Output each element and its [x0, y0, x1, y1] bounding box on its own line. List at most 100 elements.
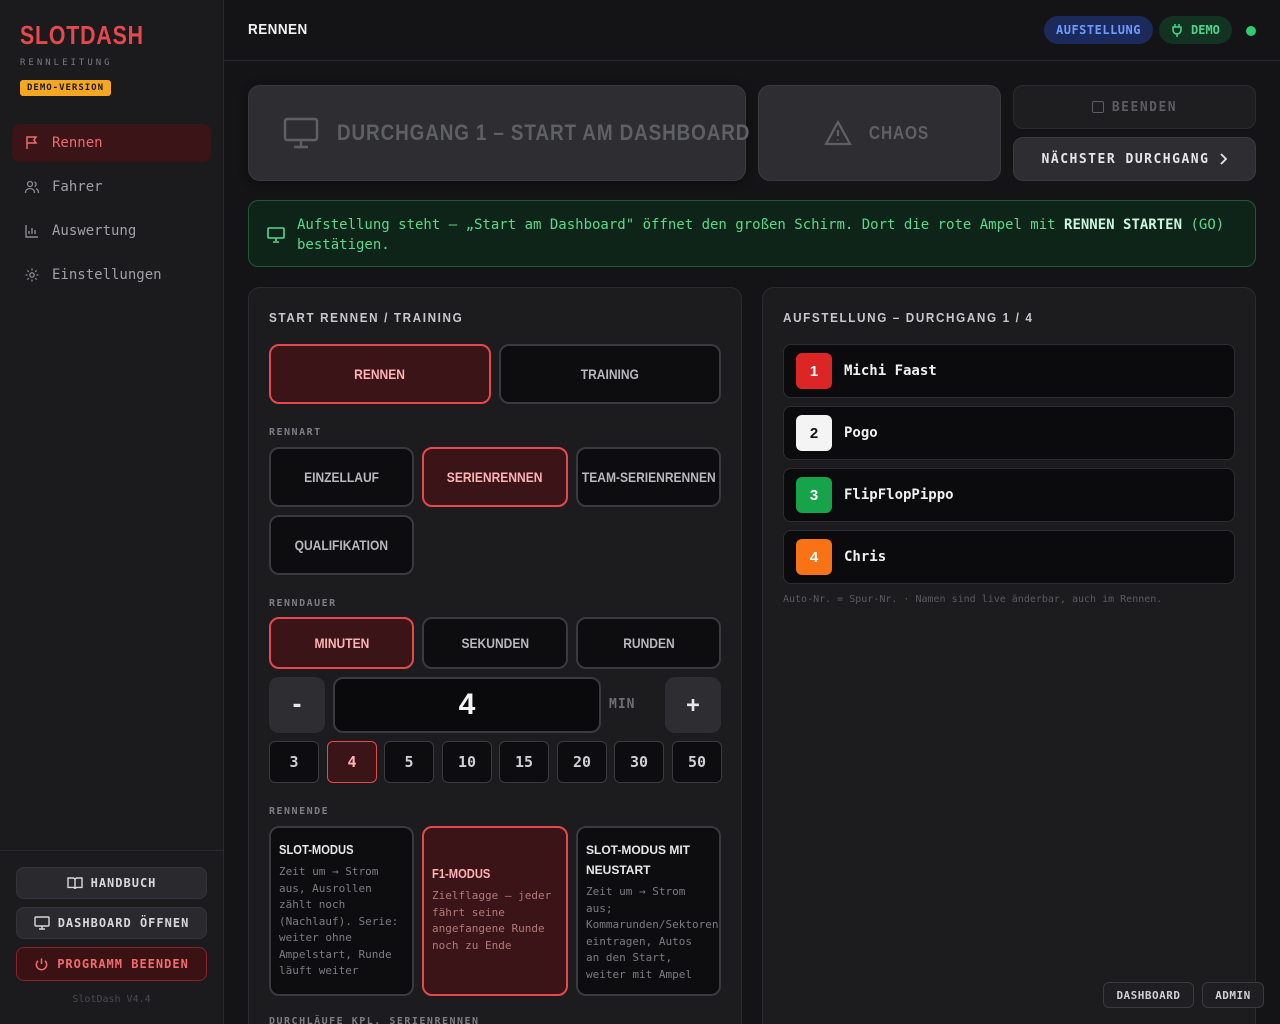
- race-type-team-serienrennen[interactable]: TEAM-SERIENRENNEN: [576, 447, 721, 507]
- end-label: BEENDEN: [1111, 99, 1178, 115]
- end-mode-title: SLOT-MODUS MIT NEUSTART: [586, 843, 690, 877]
- info-banner: Aufstellung steht – „Start am Dashboard"…: [248, 200, 1256, 267]
- driver-name[interactable]: Pogo: [844, 425, 878, 441]
- driver-name[interactable]: Chris: [844, 549, 886, 565]
- end-mode-desc: Zeit um → Strom aus, Ausrollen zählt noc…: [279, 865, 399, 977]
- lane-number: 4: [796, 539, 832, 575]
- chevron-right-icon: [1219, 153, 1228, 165]
- chaos-label: CHAOS: [869, 122, 930, 143]
- tab-rennen[interactable]: RENNEN: [269, 344, 491, 404]
- demo-label: DEMO: [1191, 23, 1220, 37]
- online-indicator: [1246, 26, 1256, 36]
- demo-badge: DEMO-VERSION: [20, 80, 112, 96]
- lane-number: 3: [796, 477, 832, 513]
- driver-row[interactable]: 4 Chris: [783, 530, 1235, 584]
- app-root: SLOTDASH RENNLEITUNG DEMO-VERSION Rennen…: [0, 0, 1280, 1024]
- sidebar-item-label: Auswertung: [52, 223, 137, 239]
- banner-text: Aufstellung steht – „Start am Dashboard"…: [297, 217, 1225, 253]
- race-type-einzellauf[interactable]: EINZELLAUF: [269, 447, 414, 507]
- end-button[interactable]: BEENDEN: [1013, 85, 1256, 129]
- panel-title: START RENNEN / TRAINING: [269, 310, 464, 325]
- preset-chip[interactable]: 3: [269, 741, 319, 783]
- chart-icon: [24, 223, 40, 239]
- start-at-dashboard-button[interactable]: DURCHGANG 1 – START AM DASHBOARD: [248, 85, 749, 181]
- driver-name[interactable]: Michi Faast: [844, 363, 937, 379]
- monitor-icon: [267, 227, 285, 243]
- increment-button[interactable]: +: [665, 677, 721, 733]
- next-label: NÄCHSTER DURCHGANG: [1041, 151, 1210, 167]
- power-icon: [34, 957, 49, 972]
- sidebar-item-rennen[interactable]: Rennen: [12, 124, 211, 162]
- duration-seconds[interactable]: SEKUNDEN: [422, 617, 568, 669]
- heats-label: DURCHLÄUFE KPL. SERIENRENNEN: [269, 1016, 480, 1024]
- sidebar-item-auswertung[interactable]: Auswertung: [12, 212, 211, 250]
- race-type-serienrennen[interactable]: SERIENRENNEN: [422, 447, 568, 507]
- preset-chip[interactable]: 4: [327, 741, 377, 783]
- sidebar-item-fahrer[interactable]: Fahrer: [12, 168, 211, 206]
- gear-icon: [24, 267, 40, 283]
- preset-chip[interactable]: 30: [614, 741, 664, 783]
- race-type-label: RENNART: [269, 427, 322, 438]
- end-mode-slot-restart[interactable]: SLOT-MODUS MIT NEUSTART Zeit um → Strom …: [576, 826, 721, 996]
- next-heat-button[interactable]: NÄCHSTER DURCHGANG: [1013, 137, 1256, 181]
- sidebar-item-label: Fahrer: [52, 179, 103, 195]
- handbook-button[interactable]: HANDBUCH: [16, 867, 207, 899]
- lane-number: 2: [796, 415, 832, 451]
- driver-row[interactable]: 2 Pogo: [783, 406, 1235, 460]
- status-badge: AUFSTELLUNG: [1044, 16, 1153, 44]
- monitor-icon: [283, 117, 319, 149]
- duration-value-input[interactable]: 4: [333, 677, 601, 733]
- chaos-button[interactable]: CHAOS: [758, 85, 1001, 181]
- book-icon: [66, 876, 83, 890]
- preset-chip[interactable]: 50: [672, 741, 722, 783]
- top-header: RENNEN AUFSTELLUNG DEMO: [224, 0, 1280, 61]
- preset-chip[interactable]: 15: [499, 741, 549, 783]
- page-title: RENNEN: [248, 21, 308, 38]
- start-label: DURCHGANG 1 – START AM DASHBOARD: [337, 120, 751, 145]
- end-mode-title: F1-MODUS: [432, 866, 491, 881]
- sidebar-item-label: Rennen: [52, 135, 103, 151]
- brand-logo: SLOTDASH: [20, 20, 144, 50]
- users-icon: [24, 179, 40, 195]
- checkbox-icon: [1091, 101, 1104, 113]
- duration-label: RENNDAUER: [269, 598, 337, 609]
- start-race-panel: START RENNEN / TRAINING RENNEN TRAINING …: [248, 287, 742, 1024]
- race-type-qualifikation[interactable]: QUALIFIKATION: [269, 515, 414, 575]
- plug-icon: [1171, 23, 1183, 37]
- end-mode-f1[interactable]: F1-MODUS Zielflagge – jeder fährt seine …: [422, 826, 568, 996]
- open-dashboard-label: DASHBOARD ÖFFNEN: [57, 916, 190, 930]
- quit-program-button[interactable]: PROGRAMM BEENDEN: [16, 947, 207, 981]
- duration-unit: MIN: [609, 697, 636, 712]
- panel-title: AUFSTELLUNG – DURCHGANG 1 / 4: [783, 310, 1034, 325]
- monitor-icon: [34, 916, 50, 930]
- lane-number: 1: [796, 353, 832, 389]
- end-mode-desc: Zielflagge – jeder fährt seine angefange…: [432, 889, 552, 952]
- corner-dashboard-button[interactable]: DASHBOARD: [1103, 982, 1194, 1008]
- corner-admin-button[interactable]: ADMIN: [1202, 982, 1264, 1008]
- driver-row[interactable]: 1 Michi Faast: [783, 344, 1235, 398]
- duration-minutes[interactable]: MINUTEN: [269, 617, 414, 669]
- warning-icon: [824, 120, 853, 146]
- quit-program-label: PROGRAMM BEENDEN: [57, 957, 189, 971]
- preset-chip[interactable]: 5: [384, 741, 434, 783]
- tab-training[interactable]: TRAINING: [499, 344, 721, 404]
- flag-icon: [24, 135, 40, 151]
- lineup-panel: AUFSTELLUNG – DURCHGANG 1 / 4 1 Michi Fa…: [762, 287, 1256, 1024]
- lineup-hint: Auto-Nr. = Spur-Nr. · Namen sind live än…: [783, 594, 1163, 605]
- sidebar: SLOTDASH RENNLEITUNG DEMO-VERSION Rennen…: [0, 0, 224, 1024]
- handbook-label: HANDBUCH: [90, 876, 157, 890]
- sidebar-item-einstellungen[interactable]: Einstellungen: [12, 256, 211, 294]
- preset-chip[interactable]: 10: [442, 741, 492, 783]
- preset-chip[interactable]: 20: [557, 741, 607, 783]
- driver-row[interactable]: 3 FlipFlopPippo: [783, 468, 1235, 522]
- sidebar-nav: Rennen Fahrer Auswertung Einstellungen: [12, 124, 211, 300]
- demo-connection-badge: DEMO: [1159, 16, 1232, 44]
- duration-laps[interactable]: RUNDEN: [576, 617, 721, 669]
- open-dashboard-button[interactable]: DASHBOARD ÖFFNEN: [16, 907, 207, 939]
- decrement-button[interactable]: -: [269, 677, 325, 733]
- end-mode-slot[interactable]: SLOT-MODUS Zeit um → Strom aus, Ausrolle…: [269, 826, 414, 996]
- driver-name[interactable]: FlipFlopPippo: [844, 487, 954, 503]
- end-mode-title: SLOT-MODUS: [279, 842, 354, 857]
- end-mode-desc: Zeit um → Strom aus; Kommarunden/Sektore…: [586, 885, 719, 981]
- race-end-label: RENNENDE: [269, 806, 330, 817]
